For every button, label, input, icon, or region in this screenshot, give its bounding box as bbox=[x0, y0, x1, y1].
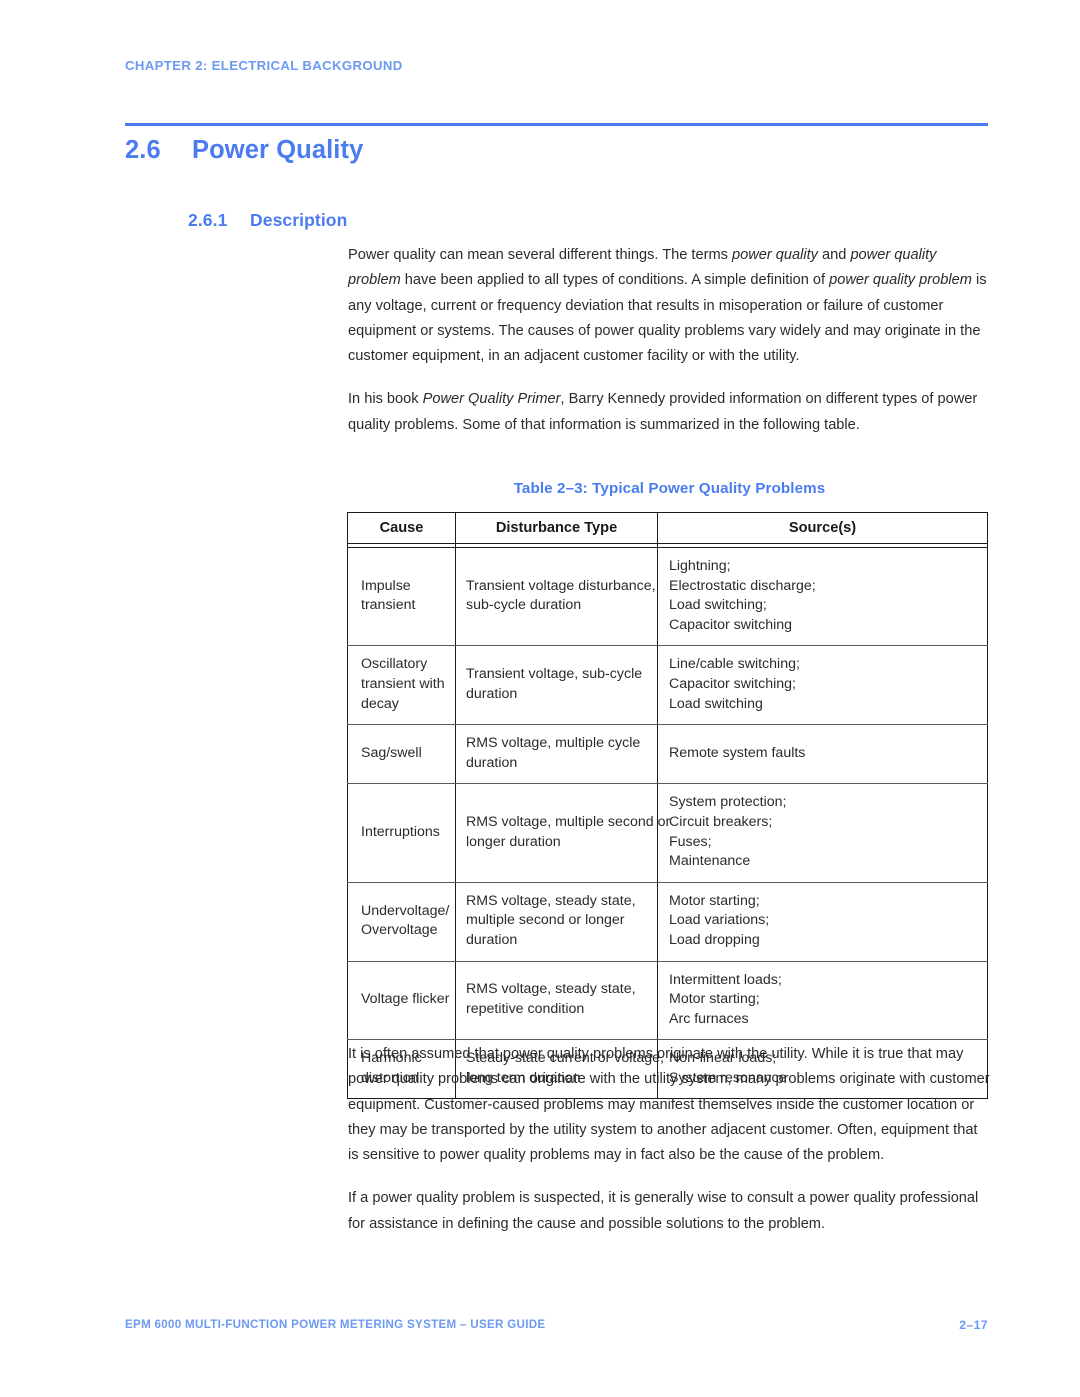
cell-cause: Impulse transient bbox=[347, 547, 456, 647]
cell-line: Impulse bbox=[361, 577, 411, 594]
cell-line: transient with bbox=[361, 675, 445, 692]
cell-line: duration bbox=[466, 931, 518, 948]
cell-line: Oscillatory bbox=[361, 656, 428, 673]
cell-line: Transient voltage, sub-cycle bbox=[466, 666, 643, 683]
cell-line: Remote system faults bbox=[669, 744, 806, 761]
cell-disturbance-type: RMS voltage, multiple second or longer du… bbox=[455, 783, 671, 883]
paragraph-p2: In his book Power Quality Primer, Barry … bbox=[348, 387, 991, 438]
cell-line: repetitive condition bbox=[466, 1000, 585, 1017]
cell-line: duration bbox=[466, 754, 518, 771]
section-number: 2.6 bbox=[125, 136, 161, 164]
run-text: It is often assumed that power quality p… bbox=[348, 1046, 990, 1164]
cell-line: longer duration bbox=[466, 833, 561, 850]
table-row: Interruptions RMS voltage, multiple secon… bbox=[347, 783, 988, 883]
emphasis-text: Power Quality Primer bbox=[422, 391, 561, 408]
run-text: and bbox=[817, 247, 851, 263]
body-text-top: Power quality can mean several different… bbox=[348, 243, 991, 456]
table-row: Oscillatory transient with decay Transient … bbox=[347, 645, 988, 726]
run-text: have been applied to all types of condit… bbox=[400, 272, 830, 289]
cell-cause: Voltage flicker bbox=[347, 961, 456, 1041]
cell-line: Load switching; bbox=[669, 597, 767, 614]
body-text-bottom: It is often assumed that power quality p… bbox=[348, 1042, 991, 1255]
column-header-disturbance-type: Disturbance Type bbox=[455, 512, 658, 544]
power-quality-table-wrapper: Cause Disturbance Type Source(s) Impulse… bbox=[347, 512, 988, 1100]
cell-line: Fuses; bbox=[669, 833, 712, 850]
cell-line: Load switching bbox=[669, 695, 763, 712]
cell-sources: Lightning; Electrostatic discharge; Load s… bbox=[657, 547, 988, 647]
cell-line: transient bbox=[361, 597, 416, 614]
table-body: Impulse transient Transient voltage distur… bbox=[347, 547, 988, 1100]
cell-line: Electrostatic discharge; bbox=[669, 577, 816, 594]
table-row: Voltage flicker RMS voltage, steady state… bbox=[347, 961, 988, 1041]
cell-line: decay bbox=[361, 695, 399, 712]
table-row: Impulse transient Transient voltage distur… bbox=[347, 547, 988, 647]
cell-cause: Oscillatory transient with decay bbox=[347, 645, 456, 726]
cell-line: Maintenance bbox=[669, 853, 751, 870]
paragraph-p3: It is often assumed that power quality p… bbox=[348, 1042, 991, 1168]
footer-page-number: 2–17 bbox=[959, 1318, 988, 1332]
cell-line: Undervoltage/ bbox=[361, 902, 450, 919]
cell-line: multiple second or longer bbox=[466, 912, 625, 929]
cell-line: Intermittent loads; bbox=[669, 971, 782, 988]
cell-cause: Sag/swell bbox=[347, 724, 456, 785]
cell-line: Line/cable switching; bbox=[669, 656, 800, 673]
run-text: If a power quality problem is suspected,… bbox=[348, 1190, 979, 1232]
subsection-title: Description bbox=[250, 210, 348, 230]
cell-line: RMS voltage, steady state, bbox=[466, 981, 636, 998]
cell-line: RMS voltage, steady state, bbox=[466, 892, 636, 909]
cell-line: Load variations; bbox=[669, 912, 770, 929]
table-header-row: Cause Disturbance Type Source(s) bbox=[347, 512, 988, 544]
cell-cause: Undervoltage/Overvoltage bbox=[347, 882, 456, 962]
section-title: Power Quality bbox=[192, 136, 364, 164]
paragraph-p4: If a power quality problem is suspected,… bbox=[348, 1186, 991, 1237]
emphasis-text: power quality problem bbox=[829, 272, 972, 289]
table-row: Undervoltage/Overvoltage RMS voltage, ste… bbox=[347, 882, 988, 962]
cell-line: Interruptions bbox=[361, 823, 440, 840]
cell-line: Load dropping bbox=[669, 931, 760, 948]
cell-sources: Intermittent loads; Motor starting; Arc fu… bbox=[657, 961, 988, 1041]
cell-line: RMS voltage, multiple second or bbox=[466, 813, 671, 830]
cell-line: RMS voltage, multiple cycle bbox=[466, 735, 641, 752]
cell-line: Circuit breakers; bbox=[669, 813, 773, 830]
cell-line: Transient voltage disturbance, bbox=[466, 577, 656, 594]
cell-line: Capacitor switching bbox=[669, 616, 793, 633]
section-heading: 2.6 Power Quality bbox=[125, 136, 363, 165]
cell-disturbance-type: Transient voltage disturbance, sub-cycle … bbox=[455, 547, 658, 647]
cell-sources: Remote system faults bbox=[657, 724, 988, 785]
power-quality-table: Cause Disturbance Type Source(s) Impulse… bbox=[347, 512, 988, 1100]
emphasis-text: power quality bbox=[731, 247, 818, 263]
cell-disturbance-type: Transient voltage, sub-cycle duration bbox=[455, 645, 658, 726]
run-text: In his book bbox=[348, 391, 423, 408]
cell-line: Capacitor switching; bbox=[669, 675, 796, 692]
paragraph-p1: Power quality can mean several different… bbox=[348, 243, 991, 369]
cell-sources: Motor starting; Load variations; Load drop… bbox=[657, 882, 988, 962]
run-text: Power quality can mean several different… bbox=[348, 247, 732, 263]
cell-sources: Line/cable switching; Capacitor switching… bbox=[657, 645, 988, 726]
cell-line: Motor starting; bbox=[669, 892, 760, 909]
running-chapter-header: CHAPTER 2: ELECTRICAL BACKGROUND bbox=[125, 58, 403, 73]
cell-line: Arc furnaces bbox=[669, 1010, 749, 1027]
header-rule-divider bbox=[125, 123, 988, 126]
cell-line: sub-cycle duration bbox=[466, 597, 582, 614]
cell-disturbance-type: RMS voltage, multiple cycle duration bbox=[455, 724, 658, 785]
cell-sources: System protection; Circuit breakers; Fuses… bbox=[657, 783, 988, 883]
cell-line: Sag/swell bbox=[361, 744, 422, 761]
cell-line: Motor starting; bbox=[669, 991, 760, 1008]
cell-line: Voltage flicker bbox=[361, 991, 450, 1008]
column-header-sources: Source(s) bbox=[657, 512, 988, 544]
subsection-heading: 2.6.1 Description bbox=[188, 210, 347, 231]
document-page: CHAPTER 2: ELECTRICAL BACKGROUND 2.6 Pow… bbox=[0, 0, 1080, 1397]
cell-disturbance-type: RMS voltage, steady state, multiple secon… bbox=[455, 882, 658, 962]
cell-disturbance-type: RMS voltage, steady state, repetitive con… bbox=[455, 961, 658, 1041]
cell-line: System protection; bbox=[669, 794, 787, 811]
column-header-cause: Cause bbox=[347, 512, 456, 544]
cell-cause: Interruptions bbox=[347, 783, 456, 883]
cell-line: duration bbox=[466, 685, 518, 702]
table-caption: Table 2–3: Typical Power Quality Problem… bbox=[513, 480, 826, 497]
cell-line: Overvoltage bbox=[361, 922, 438, 939]
cell-line: Lightning; bbox=[669, 558, 731, 574]
table-head: Cause Disturbance Type Source(s) bbox=[347, 512, 988, 548]
table-row: Sag/swell RMS voltage, multiple cycle dura… bbox=[347, 724, 988, 785]
subsection-number: 2.6.1 bbox=[188, 210, 228, 230]
